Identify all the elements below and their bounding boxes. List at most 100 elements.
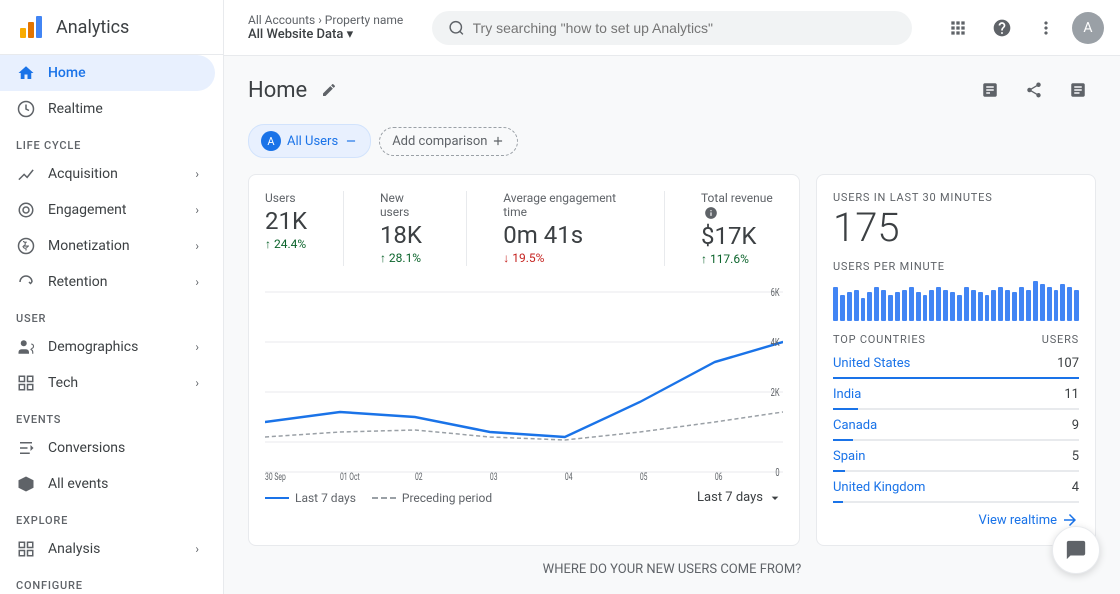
share-button[interactable] [1016,72,1052,108]
analytics-logo [16,12,46,42]
page-content: Home A All Users [224,56,1120,594]
mini-bar [861,298,866,321]
mini-bar [840,295,845,321]
more-button[interactable] [1028,10,1064,46]
metric-change: ↑ 24.4% [265,237,307,251]
mini-bar [1060,284,1065,321]
mini-bar [895,292,900,321]
country-row-uk: United Kingdom 4 [833,476,1079,499]
mini-bar [881,290,886,321]
mini-bar [888,295,893,321]
metric-label: Average engagement time [503,191,628,219]
add-comparison-button[interactable]: Add comparison [379,127,518,156]
header-actions [972,72,1096,108]
sidebar-item-realtime[interactable]: Realtime [0,91,215,127]
expand-icon: › [195,239,199,253]
search-input[interactable] [473,20,896,36]
metric-new-users: New users 18K ↑ 28.1% [380,191,430,266]
mini-bar [991,290,996,321]
sidebar-item-analysis[interactable]: Analysis › [0,531,215,567]
mini-bar [998,287,1003,321]
sidebar-item-monetization[interactable]: Monetization › [0,228,215,264]
mini-bar-chart [833,281,1079,321]
country-name[interactable]: United Kingdom [833,480,925,495]
filter-label: All Users [287,134,338,149]
svg-text:02: 02 [415,472,423,482]
sidebar-item-acquisition[interactable]: Acquisition › [0,156,215,192]
mini-bar [1012,292,1017,321]
account-name: All Website Data ▾ [248,27,403,42]
metric-revenue: Total revenue $17K ↑ 117.6% [701,191,783,266]
metric-divider [664,191,665,266]
apps-button[interactable] [940,10,976,46]
expand-icon: › [195,340,199,354]
sidebar-item-label: Tech [48,375,78,391]
sidebar-item-label: All events [48,476,108,492]
breadcrumb: All Accounts › Property name [248,13,403,27]
svg-text:0: 0 [775,466,779,479]
mini-bar [1026,290,1031,321]
view-realtime-link[interactable]: View realtime [833,511,1079,529]
mini-bar [867,292,872,321]
dashboard-grid: Users 21K ↑ 24.4% New users 18K ↑ 28.1% … [248,174,1096,546]
country-name[interactable]: United States [833,356,910,371]
country-name[interactable]: Canada [833,418,877,433]
all-users-filter[interactable]: A All Users [248,124,371,158]
country-name[interactable]: India [833,387,861,402]
realtime-number: 175 [833,208,1079,248]
chart-area: 6K 4K 2K 0 30 Sep 01 Oct 02 03 04 05 06 [265,282,783,482]
search-bar[interactable] [432,11,912,45]
bottom-section-header: WHERE DO YOUR NEW USERS COME FROM? [248,562,1096,585]
mini-bar [936,287,941,321]
edit-title-button[interactable] [315,76,343,104]
svg-text:2K: 2K [771,386,780,399]
share-options-button[interactable] [972,72,1008,108]
section-label-events: EVENTS [0,401,223,430]
acquisition-icon [16,164,36,184]
topbar: All Accounts › Property name All Website… [224,0,1120,56]
tech-icon [16,373,36,393]
sidebar-item-retention[interactable]: Retention › [0,264,215,300]
metric-value: $17K [701,222,783,250]
help-button[interactable] [984,10,1020,46]
mini-bar [1067,287,1072,321]
analysis-icon [16,539,36,559]
sidebar-header: Analytics [0,0,223,55]
account-selector[interactable]: All Accounts › Property name All Website… [240,9,411,46]
section-label-user: USER [0,300,223,329]
sidebar-item-tech[interactable]: Tech › [0,365,215,401]
countries-list: United States 107 India 11 Canada 9 [833,352,1079,503]
country-name[interactable]: Spain [833,449,865,464]
mini-bar [957,295,962,321]
all-events-icon [16,474,36,494]
mini-bar [978,292,983,321]
date-range-selector[interactable]: Last 7 days [697,490,783,506]
svg-text:6K: 6K [771,286,780,299]
mini-bar [1074,290,1079,321]
sidebar: Analytics Home Realtime LIFE CYCLE Acqui… [0,0,224,594]
sidebar-item-home[interactable]: Home [0,55,215,91]
section-label-configure: CONFIGURE [0,567,223,594]
svg-text:4K: 4K [771,336,780,349]
filter-avatar: A [261,131,281,151]
sidebar-item-engagement[interactable]: Engagement › [0,192,215,228]
legend-solid: Last 7 days [265,491,356,505]
add-comparison-label: Add comparison [392,134,487,149]
retention-icon [16,272,36,292]
sidebar-item-conversions[interactable]: Conversions [0,430,215,466]
avatar[interactable]: A [1072,12,1104,44]
sidebar-item-demographics[interactable]: Demographics › [0,329,215,365]
main-chart-card: Users 21K ↑ 24.4% New users 18K ↑ 28.1% … [248,174,800,546]
line-chart: 6K 4K 2K 0 30 Sep 01 Oct 02 03 04 05 06 [265,282,783,482]
insights-button[interactable] [1060,72,1096,108]
metric-change: ↓ 19.5% [503,251,628,265]
mini-bar [874,287,879,321]
country-users: 107 [1057,356,1079,371]
svg-text:03: 03 [490,472,498,482]
chart-footer: Last 7 days Preceding period Last 7 days [265,490,783,506]
section-label-lifecycle: LIFE CYCLE [0,127,223,156]
sidebar-item-all-events[interactable]: All events [0,466,215,502]
metric-label: New users [380,191,430,219]
monetization-icon [16,236,36,256]
chat-button[interactable] [1052,526,1100,574]
